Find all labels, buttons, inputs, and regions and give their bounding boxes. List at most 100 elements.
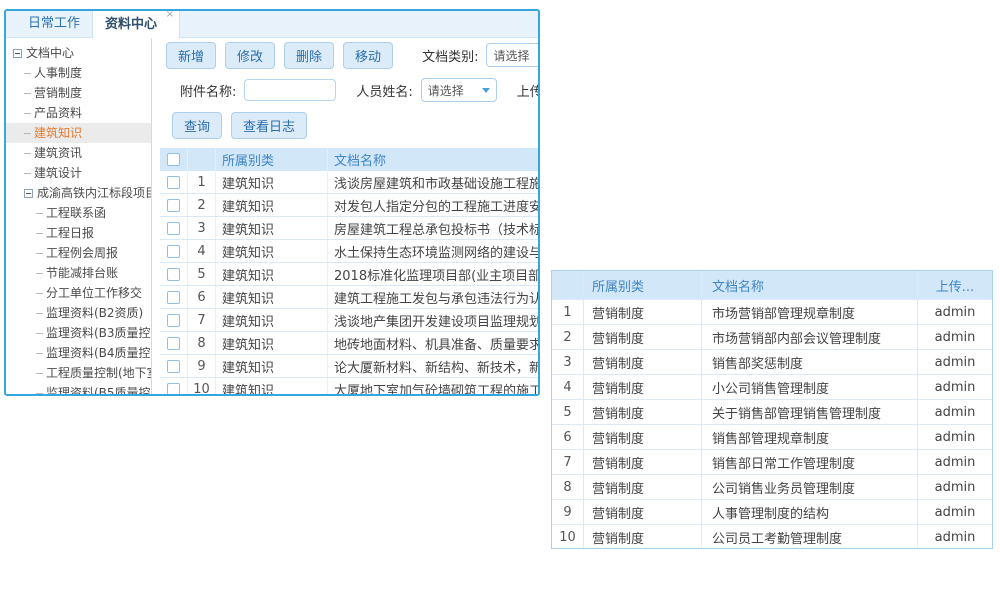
row-category: 营销制度 <box>584 350 702 374</box>
table-row[interactable]: 5 营销制度 关于销售部管理销售管理制度 admin <box>552 399 992 424</box>
tree-item-label: 监理资料(B4质量控制) <box>46 343 152 363</box>
tree-item-product-data[interactable]: 产品资料 <box>6 103 151 123</box>
row-checkbox[interactable] <box>167 314 180 327</box>
tree-item-project-daily[interactable]: 工程日报 <box>6 223 151 243</box>
table-row[interactable]: 1 营销制度 市场营销部管理规章制度 admin <box>552 299 992 324</box>
table-row[interactable]: 2 营销制度 市场营销部内部会议管理制度 admin <box>552 324 992 349</box>
row-checkbox[interactable] <box>167 268 180 281</box>
tab-daily-work[interactable]: 日常工作 <box>16 9 92 37</box>
view-log-button[interactable]: 查看日志 <box>231 112 307 139</box>
table-row[interactable]: 6 营销制度 销售部管理规章制度 admin <box>552 424 992 449</box>
edit-button[interactable]: 修改 <box>225 42 275 69</box>
tree-connector <box>36 333 43 334</box>
attachment-name-input[interactable] <box>244 79 336 101</box>
document-table: 所属别类 文档名称 1 建筑知识 浅谈房屋建筑和市政基础设施工程施工... 2 … <box>160 148 538 394</box>
row-checkbox[interactable] <box>167 245 180 258</box>
toolbar-row-actions: 新增 修改 删除 移动 文档类别: 请选择 文档名称: <box>160 43 538 67</box>
tree-item-building-news[interactable]: 建筑资讯 <box>6 143 151 163</box>
category-header: 所属别类 <box>584 271 702 299</box>
row-index: 6 <box>552 425 584 449</box>
table-row[interactable]: 9 营销制度 人事管理制度的结构 admin <box>552 499 992 524</box>
table-row[interactable]: 2 建筑知识 对发包人指定分包的工程施工进度安排... <box>160 194 538 217</box>
row-uploader: admin <box>918 350 992 374</box>
table-row[interactable]: 4 营销制度 小公司销售管理制度 admin <box>552 374 992 399</box>
collapse-icon[interactable] <box>24 189 33 198</box>
tree-item-label: 监理资料(B2资质) <box>46 303 143 323</box>
tree-item-label: 产品资料 <box>34 103 82 123</box>
row-doc-name: 浅谈房屋建筑和市政基础设施工程施工... <box>328 171 538 193</box>
tab-data-center[interactable]: 资料中心 × <box>92 9 180 38</box>
tree-item-marketing-policy[interactable]: 营销制度 <box>6 83 151 103</box>
table-row[interactable]: 8 建筑知识 地砖地面材料、机具准备、质量要求及... <box>160 332 538 355</box>
row-uploader: admin <box>918 475 992 499</box>
table-row[interactable]: 10 建筑知识 大厦地下室加气砼墙砌筑工程的施工方... <box>160 378 538 394</box>
tree-item-work-transfer[interactable]: 分工单位工作移交 <box>6 283 151 303</box>
document-center-window: 日常工作 资料中心 × 文档中心 人事制度 营销制度 产品资料 <box>4 9 540 396</box>
tree-item-supervision-b2[interactable]: 监理资料(B2资质) <box>6 303 151 323</box>
table-row[interactable]: 7 营销制度 销售部日常工作管理制度 admin <box>552 449 992 474</box>
tree-item-building-design[interactable]: 建筑设计 <box>6 163 151 183</box>
row-checkbox[interactable] <box>167 176 180 189</box>
row-doc-name: 销售部奖惩制度 <box>702 350 918 374</box>
table-row[interactable]: 3 营销制度 销售部奖惩制度 admin <box>552 349 992 374</box>
row-index: 6 <box>188 286 216 308</box>
table-row[interactable]: 3 建筑知识 房屋建筑工程总承包投标书（技术标）... <box>160 217 538 240</box>
tab-bar: 日常工作 资料中心 × <box>6 11 538 38</box>
tree-item-label: 工程质量控制(地下室) <box>46 363 152 383</box>
person-name-select[interactable]: 请选择 <box>421 78 497 102</box>
tree-item-clipped[interactable]: 监理资料(B5质量控制) <box>6 383 151 394</box>
tree-connector <box>24 133 31 134</box>
tree-connector <box>36 393 43 394</box>
row-index: 3 <box>188 217 216 239</box>
row-checkbox[interactable] <box>167 360 180 373</box>
row-checkbox[interactable] <box>167 291 180 304</box>
tree-item-supervision-b4[interactable]: 监理资料(B4质量控制) <box>6 343 151 363</box>
tree-item-chengyu-project[interactable]: 成渝高铁内江标段项目 <box>6 183 151 203</box>
tree-item-energy-ledger[interactable]: 节能减排台账 <box>6 263 151 283</box>
table-row[interactable]: 8 营销制度 公司销售业务员管理制度 admin <box>552 474 992 499</box>
tree-item-building-knowledge[interactable]: 建筑知识 <box>6 123 151 143</box>
row-category: 营销制度 <box>584 525 702 549</box>
row-category: 建筑知识 <box>216 217 328 239</box>
row-index: 2 <box>188 194 216 216</box>
move-button[interactable]: 移动 <box>343 42 393 69</box>
tree-connector <box>36 373 43 374</box>
tree-item-label: 人事制度 <box>34 63 82 83</box>
tree-item-weekly-meeting[interactable]: 工程例会周报 <box>6 243 151 263</box>
close-icon[interactable]: × <box>166 9 174 20</box>
row-index: 9 <box>552 500 584 524</box>
content-panel: 新增 修改 删除 移动 文档类别: 请选择 文档名称: 附件名称: 人员姓名: … <box>152 38 538 394</box>
tree-item-quality-basement[interactable]: 工程质量控制(地下室) <box>6 363 151 383</box>
tree-item-supervision-b3[interactable]: 监理资料(B3质量控制) <box>6 323 151 343</box>
person-name-label: 人员姓名: <box>356 81 412 100</box>
table-row[interactable]: 10 营销制度 公司员工考勤管理制度 admin <box>552 524 992 549</box>
tree-item-label: 建筑知识 <box>34 123 82 143</box>
tree-item-hr-policy[interactable]: 人事制度 <box>6 63 151 83</box>
table-row[interactable]: 6 建筑知识 建筑工程施工发包与承包违法行为认定... <box>160 286 538 309</box>
row-checkbox[interactable] <box>167 337 180 350</box>
row-checkbox[interactable] <box>167 222 180 235</box>
select-all-checkbox[interactable] <box>167 153 180 166</box>
tree-item-project-letters[interactable]: 工程联系函 <box>6 203 151 223</box>
add-button[interactable]: 新增 <box>166 42 216 69</box>
table-row[interactable]: 9 建筑知识 论大厦新材料、新结构、新技术，新工... <box>160 355 538 378</box>
row-doc-name: 市场营销部内部会议管理制度 <box>702 325 918 349</box>
delete-button[interactable]: 删除 <box>284 42 334 69</box>
row-doc-name: 销售部日常工作管理制度 <box>702 450 918 474</box>
row-checkbox[interactable] <box>167 383 180 395</box>
row-index: 1 <box>552 300 584 324</box>
tree-item-label: 建筑设计 <box>34 163 82 183</box>
query-button[interactable]: 查询 <box>172 112 222 139</box>
table-row[interactable]: 7 建筑知识 浅谈地产集团开发建设项目监理规划编... <box>160 309 538 332</box>
doc-category-select[interactable]: 请选择 <box>486 43 538 67</box>
uploader-header: 上传... <box>918 271 992 299</box>
row-index: 10 <box>552 525 584 549</box>
row-category: 建筑知识 <box>216 332 328 354</box>
table-row[interactable]: 4 建筑知识 水土保持生态环境监测网络的建设与资... <box>160 240 538 263</box>
tree-item-document-center[interactable]: 文档中心 <box>6 43 151 63</box>
collapse-icon[interactable] <box>13 49 22 58</box>
table-row[interactable]: 5 建筑知识 2018标准化监理项目部(业主项目部)人员... <box>160 263 538 286</box>
row-checkbox[interactable] <box>167 199 180 212</box>
table-row[interactable]: 1 建筑知识 浅谈房屋建筑和市政基础设施工程施工... <box>160 171 538 194</box>
toolbar-row-filters: 附件名称: 人员姓名: 请选择 上传日期: <box>160 78 538 102</box>
